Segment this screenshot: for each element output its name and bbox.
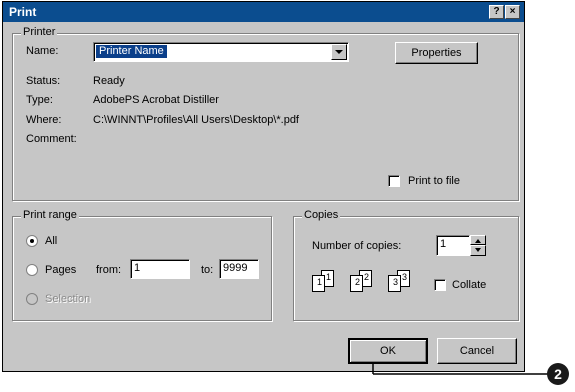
callout-leader-line: [372, 364, 550, 375]
callout-number-badge: 2: [547, 363, 569, 385]
